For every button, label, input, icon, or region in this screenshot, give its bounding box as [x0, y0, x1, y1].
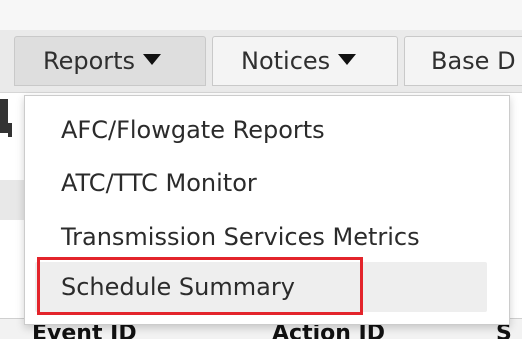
menu-item-schedule-summary[interactable]: Schedule Summary — [35, 262, 487, 312]
tab-base-data-label: Base D — [431, 47, 516, 75]
background-fragment — [8, 123, 12, 137]
nav-bar: Reports Notices Base D — [0, 30, 522, 93]
background-fragment — [0, 99, 8, 133]
reports-dropdown-menu: AFC/Flowgate Reports ATC/TTC Monitor Tra… — [24, 95, 510, 325]
top-strip — [0, 0, 522, 30]
background-strip — [0, 180, 24, 220]
menu-item-afc-flowgate-reports[interactable]: AFC/Flowgate Reports — [35, 106, 487, 154]
tab-base-data[interactable]: Base D — [404, 36, 522, 86]
tab-notices-label: Notices — [241, 47, 331, 75]
menu-item-label: Schedule Summary — [61, 273, 295, 301]
caret-down-icon — [143, 53, 162, 65]
menu-item-label: Transmission Services Metrics — [61, 223, 420, 251]
menu-item-transmission-services-metrics[interactable]: Transmission Services Metrics — [35, 213, 487, 261]
menu-item-label: AFC/Flowgate Reports — [61, 116, 325, 144]
menu-item-label: ATC/TTC Monitor — [61, 169, 257, 197]
caret-down-icon — [338, 53, 357, 65]
menu-item-atc-ttc-monitor[interactable]: ATC/TTC Monitor — [35, 159, 487, 207]
tab-reports-label: Reports — [43, 47, 136, 75]
tab-reports[interactable]: Reports — [14, 36, 206, 86]
tab-notices[interactable]: Notices — [212, 36, 398, 86]
